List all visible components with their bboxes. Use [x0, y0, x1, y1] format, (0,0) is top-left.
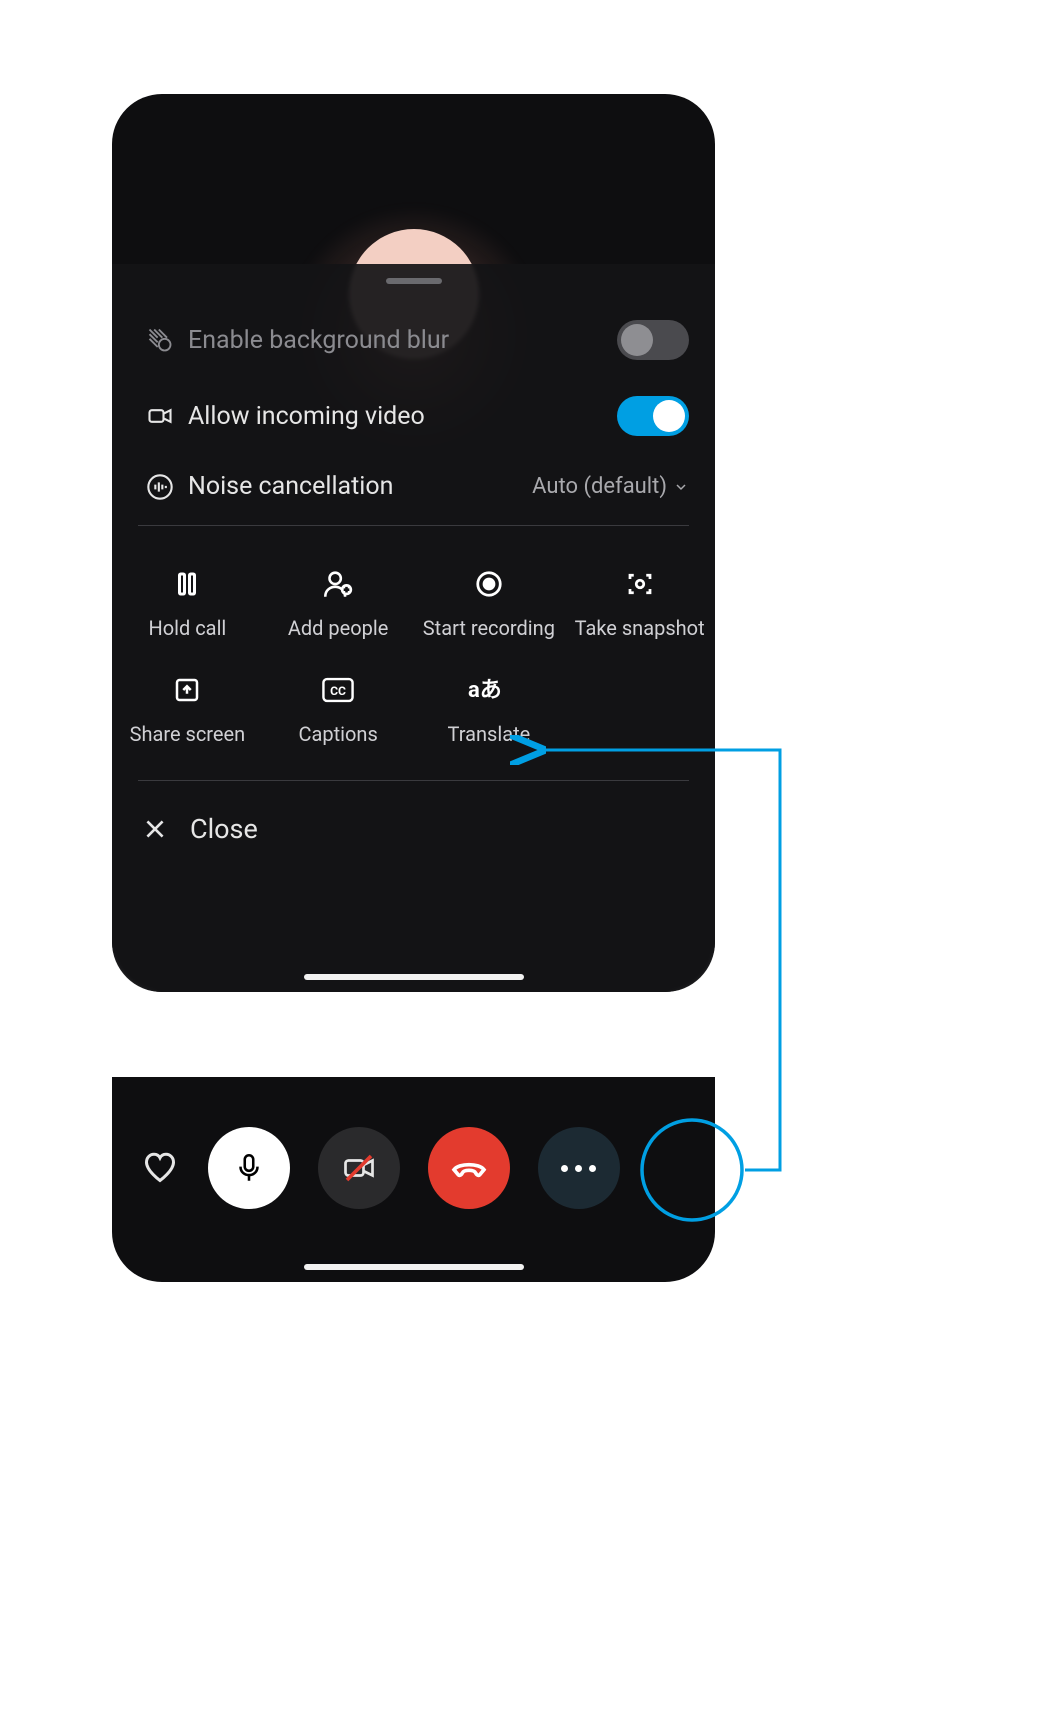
- close-sheet-button[interactable]: Close: [112, 787, 715, 871]
- action-label: Captions: [298, 722, 377, 746]
- action-label: Add people: [288, 616, 389, 640]
- setting-label: Noise cancellation: [182, 472, 532, 501]
- action-add-people[interactable]: Add people: [263, 552, 414, 658]
- camera-off-icon: [341, 1150, 377, 1186]
- phone-screen-bottom: [112, 1077, 715, 1282]
- action-share-screen[interactable]: Share screen: [112, 658, 263, 764]
- svg-text:aあ: aあ: [468, 678, 502, 703]
- video-icon: [138, 402, 182, 430]
- more-dots-icon: [561, 1165, 596, 1172]
- home-indicator[interactable]: [304, 974, 524, 980]
- noise-value-select[interactable]: Auto (default): [532, 474, 689, 499]
- action-label: Hold call: [148, 616, 226, 640]
- noise-cancel-icon: [138, 473, 182, 501]
- setting-label: Enable background blur: [182, 326, 617, 355]
- more-options-sheet: Enable background blur Allow incoming vi…: [112, 264, 715, 992]
- close-icon: [142, 816, 168, 842]
- action-label: Share screen: [130, 722, 246, 746]
- record-icon: [474, 566, 504, 602]
- action-label: Start recording: [423, 616, 555, 640]
- person-add-icon: [321, 566, 355, 602]
- mute-button[interactable]: [208, 1127, 290, 1209]
- action-take-snapshot[interactable]: Take snapshot: [564, 552, 715, 658]
- blur-toggle[interactable]: [617, 320, 689, 360]
- setting-noise-cancellation[interactable]: Noise cancellation Auto (default): [112, 454, 715, 519]
- action-label: Translate: [448, 722, 531, 746]
- share-screen-icon: [172, 672, 202, 708]
- action-start-recording[interactable]: Start recording: [414, 552, 565, 658]
- home-indicator[interactable]: [304, 1264, 524, 1270]
- setting-label: Allow incoming video: [182, 402, 617, 431]
- phone-hangup-icon: [449, 1148, 489, 1188]
- blur-icon: [138, 326, 182, 354]
- call-control-bar: [112, 1127, 715, 1209]
- divider: [138, 780, 689, 781]
- setting-incoming-video[interactable]: Allow incoming video: [112, 378, 715, 454]
- more-options-button[interactable]: [538, 1127, 620, 1209]
- incoming-video-toggle[interactable]: [617, 396, 689, 436]
- sheet-grabber[interactable]: [386, 278, 442, 284]
- action-captions[interactable]: CC Captions: [263, 658, 414, 764]
- mic-icon: [232, 1151, 266, 1185]
- phone-screen-top: Enable background blur Allow incoming vi…: [112, 94, 715, 992]
- svg-text:CC: CC: [330, 684, 346, 698]
- snapshot-icon: [625, 566, 655, 602]
- translate-icon: aあ: [468, 672, 510, 708]
- action-hold-call[interactable]: Hold call: [112, 552, 263, 658]
- close-label: Close: [190, 813, 258, 845]
- chevron-down-icon: [673, 479, 689, 495]
- action-translate[interactable]: aあ Translate: [414, 658, 565, 764]
- divider: [138, 525, 689, 526]
- actions-grid: Hold call Add people Start recording: [112, 532, 715, 774]
- pause-icon: [172, 566, 202, 602]
- camera-toggle-button[interactable]: [318, 1127, 400, 1209]
- action-label: Take snapshot: [575, 616, 705, 640]
- hangup-button[interactable]: [428, 1127, 510, 1209]
- setting-background-blur[interactable]: Enable background blur: [112, 302, 715, 378]
- noise-value: Auto (default): [532, 474, 667, 499]
- captions-icon: CC: [321, 672, 355, 708]
